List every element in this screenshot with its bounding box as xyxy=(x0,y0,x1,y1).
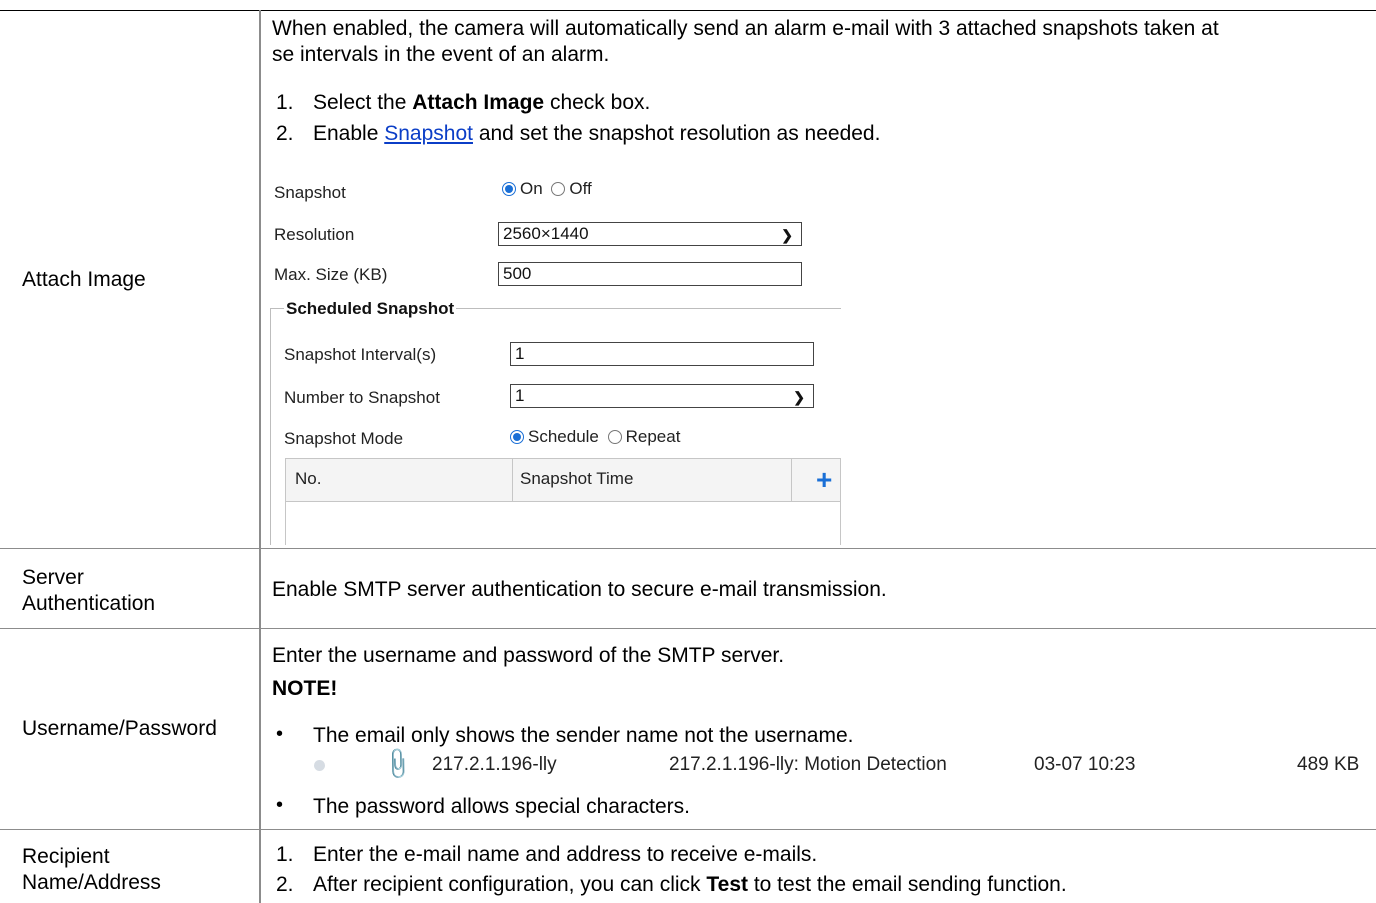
radio-repeat[interactable] xyxy=(607,430,622,444)
interval-input[interactable]: 1 xyxy=(510,342,814,366)
interval-label: Snapshot Interval(s) xyxy=(284,345,437,364)
row-divider xyxy=(0,548,1376,549)
radio-schedule-label: Schedule xyxy=(528,427,599,446)
row-label-server-auth-1: Server xyxy=(22,566,84,589)
step-text: After recipient configuration, you can c… xyxy=(313,873,707,896)
paperclip-icon: 📎 xyxy=(379,745,417,783)
row-divider xyxy=(0,829,1376,830)
col-no: No. xyxy=(295,469,322,488)
snapshot-label: Snapshot xyxy=(274,183,346,202)
table-top-border xyxy=(0,10,1376,11)
step-number: 2. xyxy=(276,873,294,896)
step-number: 1. xyxy=(276,843,294,866)
scheduled-snapshot-title: Scheduled Snapshot xyxy=(284,299,457,319)
snapshot-toggle: On Off xyxy=(502,179,592,199)
radio-off-label: Off xyxy=(569,179,592,198)
step-text: Enable xyxy=(313,122,385,145)
step-text: and set the snapshot resolution as neede… xyxy=(472,122,881,145)
step-bold-text: Test xyxy=(706,873,748,896)
snapshot-settings-screenshot: Snapshot On Off Resolution 2560×1440 ❯ M… xyxy=(262,153,841,545)
table-column-divider xyxy=(791,459,792,501)
username-desc: Enter the username and password of the S… xyxy=(272,644,785,667)
radio-on[interactable] xyxy=(502,182,516,196)
number-select[interactable]: 1 ❯ xyxy=(510,384,814,408)
step-text: check box. xyxy=(544,91,651,114)
resolution-label: Resolution xyxy=(274,225,355,244)
unread-dot-icon xyxy=(314,760,325,771)
attach-desc-line1: When enabled, the camera will automatica… xyxy=(272,17,1219,40)
recipient-step1: Enter the e-mail name and address to rec… xyxy=(313,843,818,866)
step-text: Select the xyxy=(313,91,413,114)
resolution-value: 2560×1440 xyxy=(503,224,589,243)
radio-schedule[interactable] xyxy=(510,430,524,444)
radio-off[interactable] xyxy=(551,182,566,196)
max-size-input[interactable]: 500 xyxy=(498,262,802,286)
radio-on-label: On xyxy=(520,179,543,198)
radio-repeat-label: Repeat xyxy=(625,427,681,446)
add-icon[interactable]: + xyxy=(816,466,832,494)
attach-step1: Select the Attach Image check box. xyxy=(313,90,650,116)
chevron-down-icon: ❯ xyxy=(781,227,793,243)
col-snapshot-time: Snapshot Time xyxy=(520,469,634,488)
column-divider xyxy=(259,10,261,903)
resolution-select[interactable]: 2560×1440 ❯ xyxy=(498,222,802,246)
row-label-username-password: Username/Password xyxy=(22,717,217,740)
number-label: Number to Snapshot xyxy=(284,388,440,407)
number-value: 1 xyxy=(515,386,525,405)
mail-subject: 217.2.1.196-lly: Motion Detection xyxy=(669,754,947,775)
mail-sender: 217.2.1.196-lly xyxy=(432,754,557,775)
row-label-recipient-1: Recipient xyxy=(22,845,110,868)
attach-desc-line2: se intervals in the event of an alarm. xyxy=(272,43,610,66)
row-label-attach-image: Attach Image xyxy=(22,268,146,291)
note-bullet2: The password allows special characters. xyxy=(313,795,690,818)
mail-date: 03-07 10:23 xyxy=(1034,754,1136,775)
recipient-step2: After recipient configuration, you can c… xyxy=(313,872,1067,898)
max-size-label: Max. Size (KB) xyxy=(274,265,388,284)
step-text: to test the email sending function. xyxy=(748,873,1067,896)
attach-step2: Enable Snapshot and set the snapshot res… xyxy=(313,121,880,147)
step-number: 2. xyxy=(276,122,294,145)
mode-options: Schedule Repeat xyxy=(510,427,680,447)
server-auth-desc: Enable SMTP server authentication to sec… xyxy=(272,578,887,601)
bullet: • xyxy=(276,794,284,816)
snapshot-link[interactable]: Snapshot xyxy=(384,122,473,145)
row-label-server-auth-2: Authentication xyxy=(22,592,156,615)
snapshot-time-table: No. Snapshot Time + xyxy=(285,458,841,545)
note-title: NOTE! xyxy=(272,677,338,700)
bullet: • xyxy=(276,723,284,745)
mode-label: Snapshot Mode xyxy=(284,429,404,448)
chevron-down-icon: ❯ xyxy=(793,389,805,405)
mail-size: 489 KB xyxy=(1297,754,1360,775)
step-number: 1. xyxy=(276,91,294,114)
step-bold-text: Attach Image xyxy=(412,91,545,114)
row-divider xyxy=(0,628,1376,629)
row-label-recipient-2: Name/Address xyxy=(22,871,161,894)
